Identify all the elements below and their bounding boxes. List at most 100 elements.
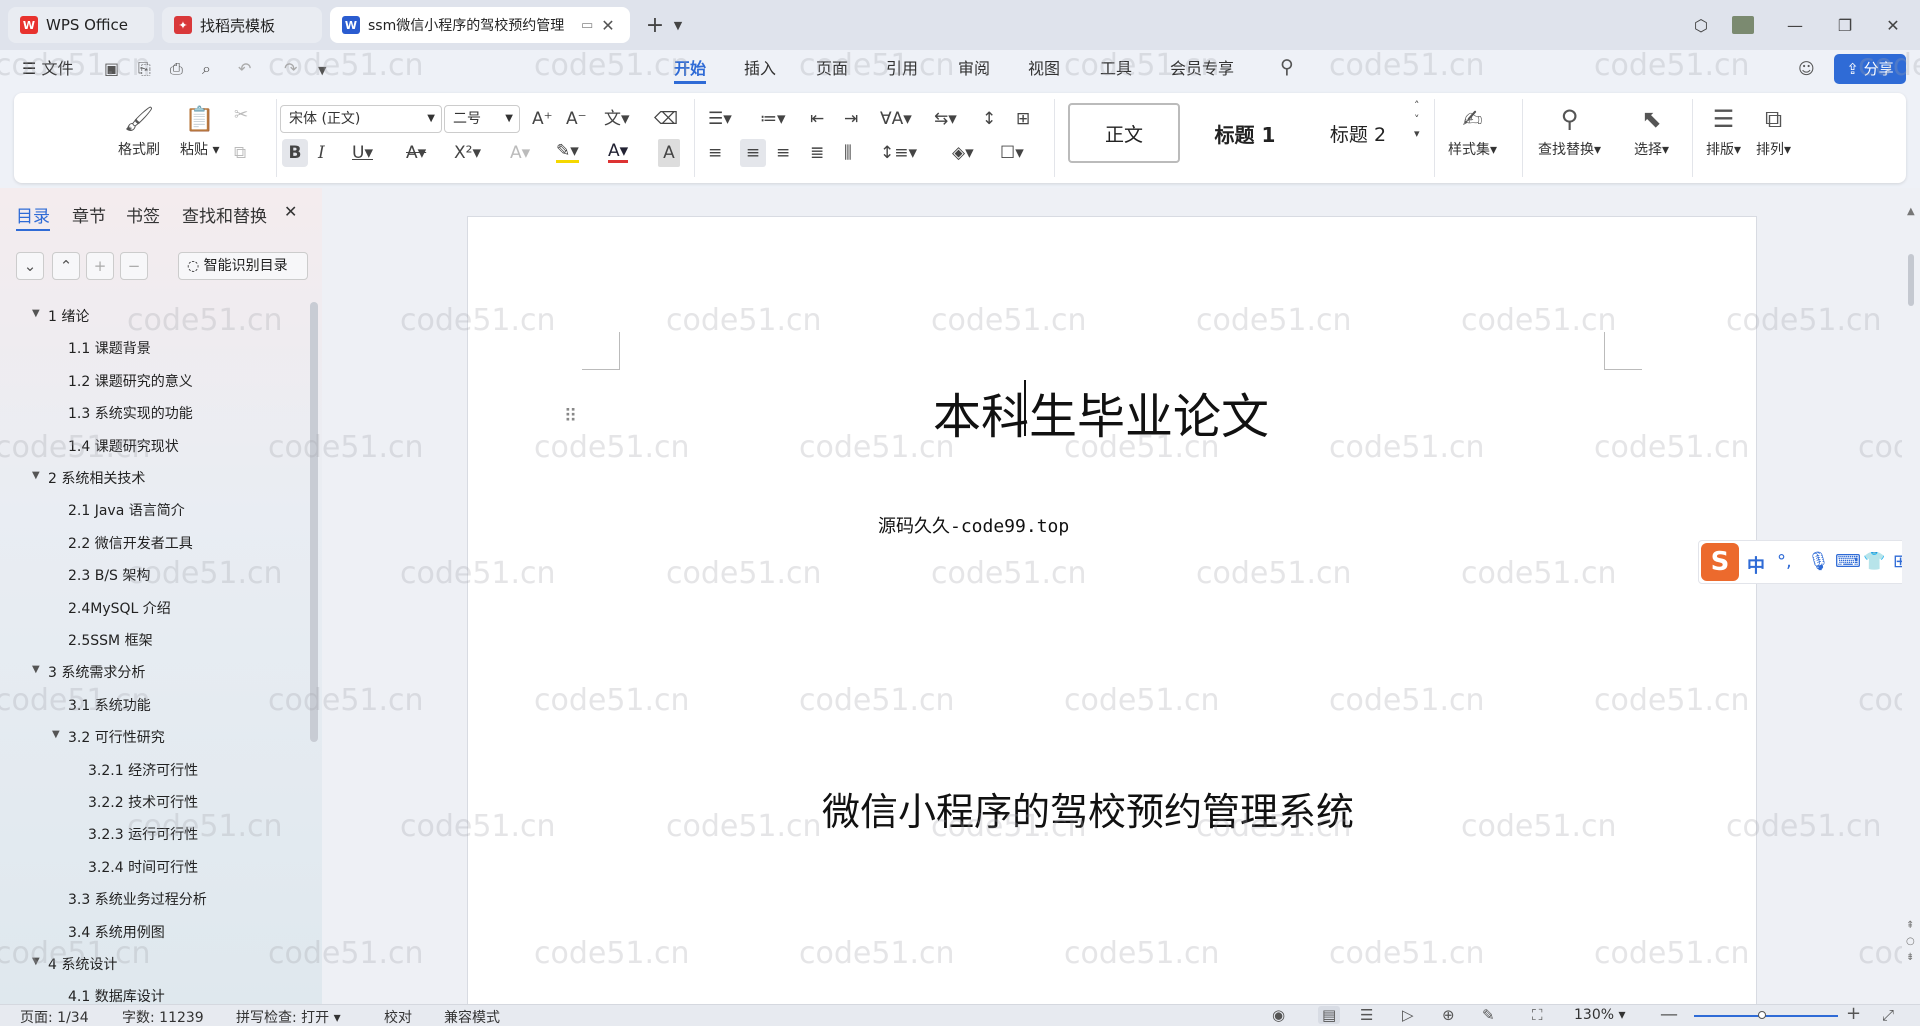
phonetic-icon[interactable]: 文▾ [604, 105, 630, 133]
print-preview-icon[interactable]: ⌕ [202, 59, 211, 79]
page-indicator[interactable]: 页面: 1/34 [20, 1007, 89, 1026]
outline-view-icon[interactable]: ☰ [1360, 1006, 1373, 1024]
justify-icon[interactable]: ≣ [810, 139, 824, 167]
clear-format-icon[interactable]: ⌫ [654, 105, 678, 133]
font-color-icon[interactable]: A▾ [608, 139, 629, 163]
menu-review[interactable]: 审阅 [958, 58, 990, 84]
paste-button[interactable]: 📋 粘贴 ▾ [180, 103, 219, 159]
monitor-icon[interactable]: ▭ [581, 18, 593, 33]
decrease-indent-icon[interactable]: ⇤ [810, 105, 824, 133]
zoom-in-icon[interactable]: + [1846, 1003, 1861, 1024]
toc-item[interactable]: 2.2 微信开发者工具 [68, 533, 193, 553]
menu-member[interactable]: 会员专享 [1170, 58, 1234, 84]
play-icon[interactable]: ▷ [1402, 1006, 1414, 1024]
pane-scrollbar[interactable] [310, 302, 318, 742]
toc-item[interactable]: 3.3 系统业务过程分析 [68, 889, 207, 909]
drag-handle-icon[interactable]: ⠿ [564, 408, 577, 426]
style-heading-1[interactable]: 标题 1 [1190, 103, 1300, 163]
toc-item[interactable]: ▼ 4 系统设计 [32, 954, 117, 974]
toc-item[interactable]: 2.5SSM 框架 [68, 630, 153, 650]
sogou-logo-icon[interactable]: S [1701, 543, 1739, 581]
chevron-down-icon[interactable]: ▼ [318, 64, 326, 77]
toc-item[interactable]: 1.2 课题研究的意义 [68, 371, 193, 391]
document-page[interactable]: ⠿ 本科生毕业论文 源码久久-code99.top 微信小程序的驾校预约管理系统 [467, 216, 1757, 1016]
show-marks-icon[interactable]: ⊞ [1016, 105, 1030, 133]
toc-item[interactable]: 3.2.2 技术可行性 [88, 792, 198, 812]
cut-icon[interactable]: ✂ [234, 101, 248, 129]
web-view-icon[interactable]: ⊕ [1442, 1006, 1455, 1024]
align-center-icon[interactable]: ≡ [740, 139, 766, 167]
zoom-select[interactable]: 130% ▾ [1574, 1007, 1626, 1023]
tab-chapters[interactable]: 章节 [72, 202, 106, 227]
italic-button[interactable]: I [318, 139, 325, 167]
tab-wps-office[interactable]: W WPS Office [8, 7, 154, 43]
chat-icon[interactable]: ☺ [1798, 59, 1815, 78]
tab-current-document[interactable]: W ssm微信小程序的驾校预约管理 ▭ ✕ [330, 7, 630, 43]
bold-button[interactable]: B [282, 139, 308, 167]
file-menu[interactable]: ☰ 文件 [22, 58, 73, 84]
smart-toc-button[interactable]: ◌ 智能识别目录 [178, 252, 308, 280]
print-icon[interactable]: ⎙ [170, 59, 183, 79]
microphone-icon[interactable]: 🎙 [1807, 551, 1830, 572]
redo-icon[interactable]: ↷ [284, 59, 297, 78]
select-button[interactable]: ⬉ 选择▾ [1634, 103, 1669, 159]
expand-arrow-icon[interactable]: ▼ [32, 664, 40, 675]
distribute-icon[interactable]: ⫼ [844, 139, 852, 167]
arrange-button[interactable]: ⧉ 排列▾ [1756, 103, 1791, 159]
shading-icon[interactable]: ◈▾ [952, 139, 974, 167]
align-left-icon[interactable]: ≡ [708, 139, 722, 167]
search-icon[interactable]: ⚲ [1280, 56, 1294, 78]
menu-references[interactable]: 引用 [886, 58, 918, 84]
avatar[interactable] [1728, 10, 1758, 40]
style-heading-2[interactable]: 标题 2 [1308, 103, 1408, 163]
keyboard-icon[interactable]: ⌨ [1835, 551, 1861, 572]
toc-item[interactable]: ▼ 2 系统相关技术 [32, 468, 145, 488]
restore-icon[interactable]: ❐ [1830, 10, 1860, 40]
text-direction-icon[interactable]: ⱯA▾ [880, 105, 912, 133]
grow-font-icon[interactable]: A⁺ [532, 105, 553, 133]
toc-item[interactable]: ▼ 1 绪论 [32, 306, 89, 326]
eye-icon[interactable]: ◉ [1272, 1006, 1285, 1024]
menu-home[interactable]: 开始 [674, 58, 707, 84]
style-normal[interactable]: 正文 [1068, 103, 1180, 163]
strikethrough-button[interactable]: A▾ [406, 139, 426, 167]
add-heading-icon[interactable]: + [86, 252, 114, 280]
style-scroll-icon[interactable]: ˄ ˅ ▾ [1414, 99, 1420, 159]
underline-button[interactable]: U▾ [352, 139, 373, 167]
menu-tools[interactable]: 工具 [1100, 58, 1132, 84]
scroll-up-icon[interactable]: ▲ [1907, 206, 1915, 217]
minimize-icon[interactable]: — [1780, 10, 1810, 40]
share-button[interactable]: ⇪ 分享 [1834, 54, 1906, 84]
page-view-icon[interactable]: ▤ [1318, 1006, 1341, 1024]
increase-indent-icon[interactable]: ⇥ [844, 105, 858, 133]
style-set-button[interactable]: ✍ 样式集▾ [1448, 103, 1497, 159]
spell-check-status[interactable]: 拼写检查: 打开 ▾ [236, 1007, 341, 1026]
page-nav-icons[interactable]: ⇞ ○ ⇟ [1906, 918, 1915, 966]
font-size-select[interactable]: 二号 ▼ [444, 105, 520, 133]
expand-down-icon[interactable]: ⌄ [16, 252, 44, 280]
punctuation-icon[interactable]: °, [1777, 551, 1792, 572]
toc-item[interactable]: 3.2.4 时间可行性 [88, 857, 198, 877]
text-effect-icon[interactable]: A▾ [510, 139, 530, 167]
char-shading-icon[interactable]: A [658, 139, 680, 167]
borders-icon[interactable]: ☐▾ [1000, 139, 1024, 167]
convert-icon[interactable]: ⇆▾ [934, 105, 957, 133]
line-spacing-icon[interactable]: ↕≡▾ [880, 139, 917, 167]
font-name-select[interactable]: 宋体 (正文) ▼ [280, 105, 442, 133]
find-replace-button[interactable]: ⚲ 查找替换▾ [1538, 103, 1601, 159]
tab-toc[interactable]: 目录 [16, 202, 50, 231]
pen-icon[interactable]: ✎ [1482, 1006, 1495, 1024]
fullscreen-icon[interactable]: ⤢ [1882, 1006, 1894, 1024]
toc-item[interactable]: ▼ 3 系统需求分析 [32, 662, 145, 682]
copy-icon[interactable]: ⧉ [234, 139, 246, 167]
toc-item[interactable]: 2.4MySQL 介绍 [68, 598, 171, 618]
menu-view[interactable]: 视图 [1028, 58, 1060, 84]
menu-page[interactable]: 页面 [816, 58, 848, 84]
expand-arrow-icon[interactable]: ▼ [52, 729, 60, 740]
toc-item[interactable]: 3.2.3 运行可行性 [88, 824, 198, 844]
toc-item[interactable]: ▼ 3.2 可行性研究 [52, 727, 165, 747]
shrink-font-icon[interactable]: A⁻ [566, 105, 587, 133]
skin-icon[interactable]: 👕 [1863, 551, 1885, 572]
ime-mode[interactable]: 中 [1747, 552, 1765, 578]
close-tab-icon[interactable]: ✕ [601, 16, 614, 35]
